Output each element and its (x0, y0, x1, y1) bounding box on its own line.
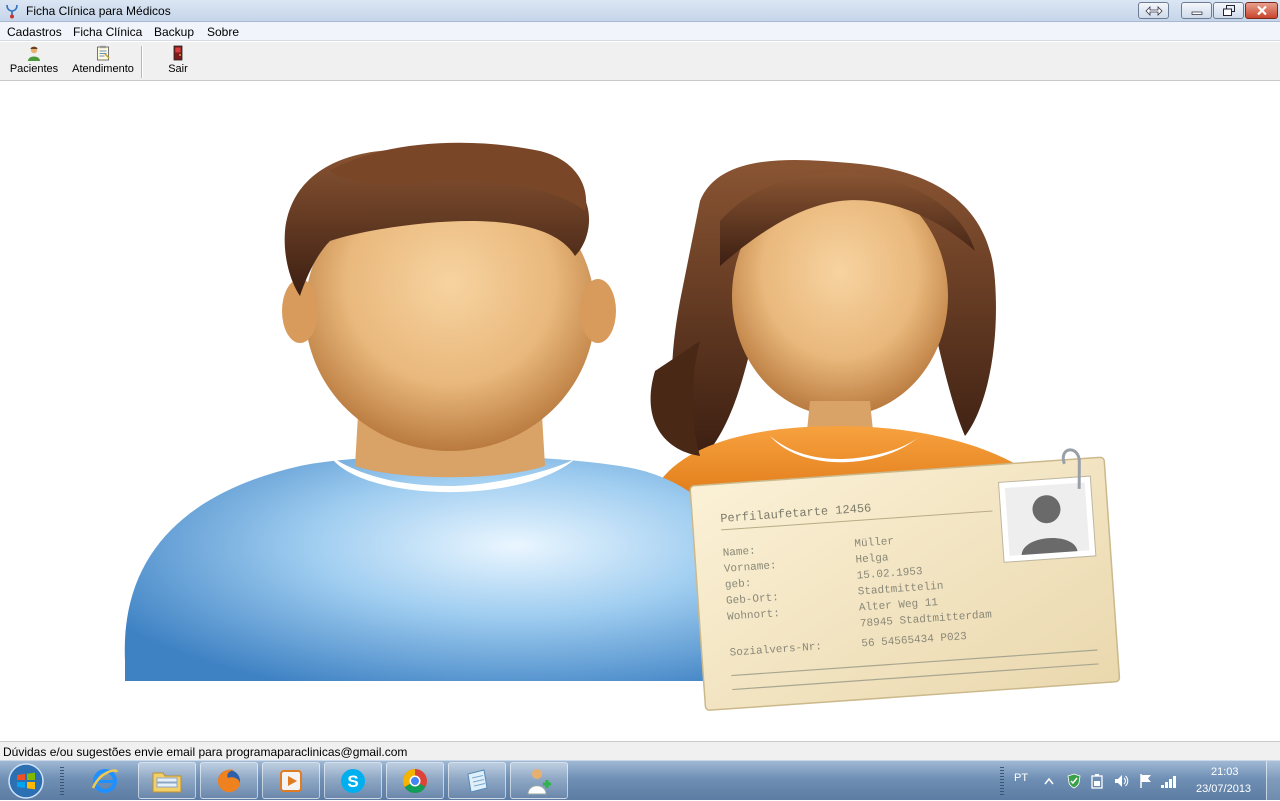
doctor-icon (527, 768, 551, 794)
menu-cadastros[interactable]: Cadastros (7, 25, 62, 39)
taskbar: S PT 21:03 23/07/2013 (0, 760, 1280, 801)
patient-icon (28, 46, 40, 61)
clock-time[interactable]: 21:03 (1211, 766, 1239, 778)
menu-ficha-clinica[interactable]: Ficha Clínica (73, 25, 142, 39)
media-player-icon (280, 769, 302, 792)
internet-explorer-icon (91, 768, 119, 793)
restore-icon (1222, 5, 1235, 16)
close-button[interactable] (1245, 2, 1278, 19)
minimize-icon (1191, 11, 1202, 15)
stethoscope-icon (6, 4, 18, 19)
language-indicator[interactable]: PT (1014, 772, 1028, 784)
volume-icon[interactable] (1113, 773, 1129, 789)
show-hidden-icons-icon[interactable] (1044, 777, 1054, 785)
service-label: Atendimento (72, 63, 134, 75)
card-label-birthdate: geb: (725, 578, 752, 592)
battery-icon[interactable] (1090, 773, 1104, 789)
taskbar-clinic-app[interactable] (510, 762, 568, 799)
taskbar-media-player[interactable] (262, 762, 320, 799)
taskbar-explorer[interactable] (138, 762, 196, 799)
taskbar-firefox[interactable] (200, 762, 258, 799)
clipboard-icon (97, 45, 110, 61)
patients-illustration: Perfilaufetarte 12456 Name: Müller Vorna… (124, 142, 1121, 711)
close-icon (1256, 5, 1267, 16)
window-title: Ficha Clínica para Médicos (26, 4, 171, 18)
exit-door-icon (173, 45, 183, 61)
minimize-button[interactable] (1181, 2, 1212, 19)
action-center-flag-icon[interactable] (1138, 773, 1154, 789)
tray-grip (1000, 767, 1004, 795)
card-photo (997, 475, 1097, 563)
double-arrow-icon (1144, 5, 1163, 16)
taskbar-skype[interactable]: S (324, 762, 382, 799)
chrome-icon (402, 768, 427, 793)
service-button[interactable]: Atendimento (70, 45, 136, 79)
menu-backup[interactable]: Backup (154, 25, 194, 39)
taskbar-notepad[interactable] (448, 762, 506, 799)
start-button[interactable] (6, 763, 46, 799)
notepad-icon (467, 768, 488, 793)
toolbar-separator (141, 46, 143, 78)
menu-sobre[interactable]: Sobre (207, 25, 239, 39)
main-content: Perfilaufetarte 12456 Name: Müller Vorna… (0, 81, 1280, 741)
security-shield-icon[interactable] (1066, 773, 1082, 789)
network-signal-icon[interactable] (1160, 773, 1178, 789)
status-bar: Dúvidas e/ou sugestões envie email para … (0, 741, 1280, 760)
resize-toggle-button[interactable] (1138, 2, 1169, 19)
patients-label: Pacientes (9, 63, 59, 75)
card-value-firstname: Helga (855, 552, 889, 566)
folder-icon (152, 772, 182, 792)
taskbar-grip (60, 767, 64, 795)
status-message: Dúvidas e/ou sugestões envie email para … (3, 745, 408, 759)
skype-icon: S (341, 768, 365, 793)
toolbar: Pacientes Atendimento Sair (0, 41, 1280, 81)
exit-button[interactable]: Sair (160, 45, 196, 79)
firefox-icon (218, 768, 240, 792)
taskbar-chrome[interactable] (386, 762, 444, 799)
menu-bar: Cadastros Ficha Clínica Backup Sobre (0, 22, 1280, 41)
clock-date[interactable]: 23/07/2013 (1196, 783, 1251, 795)
taskbar-ie[interactable] (76, 762, 134, 799)
patient-record-card: Perfilaufetarte 12456 Name: Müller Vorna… (689, 448, 1121, 711)
restore-button[interactable] (1213, 2, 1244, 19)
card-label-name: Name: (722, 546, 756, 560)
woman-figure (650, 159, 1040, 501)
patients-button[interactable]: Pacientes (8, 45, 60, 79)
svg-text:S: S (347, 772, 358, 791)
title-bar: Ficha Clínica para Médicos (0, 0, 1280, 22)
exit-label: Sair (168, 63, 188, 75)
show-desktop-button[interactable] (1266, 761, 1280, 801)
